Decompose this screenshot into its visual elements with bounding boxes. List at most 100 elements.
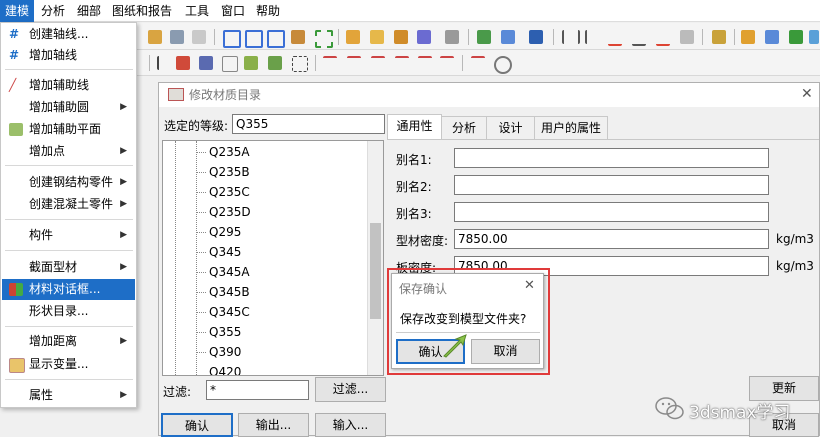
column-icon[interactable] [157,56,173,70]
menu-item-profiles[interactable]: 截面型材 ▶ [2,257,135,278]
menu-help[interactable]: 帮助 [251,0,285,22]
menu-item-add-point[interactable]: 增加点 ▶ [2,141,135,162]
lock-tool-icon[interactable] [445,30,459,44]
line-tool-7-icon[interactable] [471,56,485,72]
more-icon[interactable] [809,30,819,44]
group-icon[interactable] [268,56,282,70]
green-cube-icon[interactable] [789,30,803,44]
tree-item[interactable]: Q235B [209,162,250,182]
tree-scrollbar[interactable] [367,141,383,375]
circle-tool-icon[interactable] [494,56,512,74]
snap-box-icon[interactable] [680,30,694,44]
alias1-field[interactable] [454,148,769,168]
pencil-icon[interactable] [712,30,726,44]
beam-icon[interactable] [176,56,190,70]
line-tool-5-icon[interactable] [418,56,432,72]
line-tool-icon[interactable] [323,56,337,72]
tree-item[interactable]: Q345A [209,262,250,282]
material-catalog-icon [9,283,23,296]
green-tool-icon[interactable] [477,30,491,44]
menu-item-add-construction-plane[interactable]: 增加辅助平面 [2,119,135,140]
blue-tool-icon[interactable] [501,30,515,44]
view-window-2-icon[interactable] [245,30,263,48]
yellow-tool-icon[interactable] [346,30,360,44]
tab-design[interactable]: 设计 [486,116,535,139]
menu-item-add-construction-line[interactable]: ╱ 增加辅助线 [2,75,135,96]
component-icon[interactable] [292,56,308,72]
tree-item[interactable]: Q390 [209,342,241,362]
menu-item-show-variables[interactable]: 显示变量... [2,354,135,375]
line-tool-4-icon[interactable] [395,56,409,72]
snap-edge-icon[interactable] [585,30,601,44]
line-tool-3-icon[interactable] [371,56,385,72]
scrollbar-thumb[interactable] [370,223,381,319]
tree-item-selected[interactable]: Q355 [209,322,241,342]
copy-icon[interactable] [741,30,755,44]
folder-tool-icon[interactable] [370,30,384,44]
tab-analysis[interactable]: 分析 [441,116,487,139]
material-tree[interactable]: Q235A Q235B Q235C Q235D Q295 Q345 Q345A … [162,140,384,376]
menu-drawings-reports[interactable]: 图纸和报告 [107,0,177,22]
tree-item[interactable]: Q235D [209,202,251,222]
menu-window[interactable]: 窗口 [216,0,250,22]
menu-item-properties[interactable]: 属性 ▶ [2,385,135,406]
line-tool-6-icon[interactable] [440,56,454,72]
bolt-icon[interactable] [222,56,238,72]
line-tool-2-icon[interactable] [347,56,361,72]
menu-tools[interactable]: 工具 [180,0,214,22]
alias2-field[interactable] [454,175,769,195]
tree-item[interactable]: Q235C [209,182,250,202]
plate-icon[interactable] [199,56,213,70]
tree-item[interactable]: Q420 [209,362,241,375]
snap-line-icon[interactable] [562,30,580,44]
move-icon[interactable] [765,30,779,44]
snap-arc-icon[interactable] [656,30,670,46]
view-window-icon[interactable] [223,30,241,48]
help-tool-icon[interactable] [529,30,543,44]
snap-angle-icon[interactable] [632,30,646,46]
filter-button[interactable]: 过滤... [315,377,386,402]
profile-density-field[interactable]: 7850.00 [454,229,769,249]
selected-grade-field[interactable]: Q355 [232,114,385,134]
export-button[interactable]: 输出... [238,413,309,437]
close-icon[interactable]: ✕ [524,278,535,293]
tree-item[interactable]: Q295 [209,222,241,242]
print-icon[interactable] [170,30,184,44]
tab-user-attributes[interactable]: 用户的属性 [534,116,608,139]
alias3-field[interactable] [454,202,769,222]
open-folder-icon[interactable] [148,30,162,44]
report-tool-icon[interactable] [417,30,431,44]
menu-item-label: 创建钢结构零件 [29,175,114,189]
weld-icon[interactable] [244,56,258,70]
document-icon[interactable] [192,30,206,44]
view-window-3-icon[interactable] [267,30,285,48]
tree-item[interactable]: Q235A [209,142,250,162]
menu-modeling[interactable]: 建模 [0,0,35,22]
drawing-tool-icon[interactable] [394,30,408,44]
close-icon[interactable]: ✕ [801,86,813,102]
submenu-arrow-icon: ▶ [120,336,127,346]
import-button[interactable]: 输入... [315,413,386,437]
menu-item-add-construction-circle[interactable]: 增加辅助圆 ▶ [2,97,135,118]
cut-icon[interactable] [291,30,305,44]
menu-item-add-grid[interactable]: # 增加轴线 [2,45,135,66]
filter-field[interactable]: * [206,380,309,400]
menu-detailing[interactable]: 细部 [72,0,106,22]
tree-item[interactable]: Q345 [209,242,241,262]
tree-item[interactable]: Q345C [209,302,250,322]
menu-item-component[interactable]: 构件 ▶ [2,225,135,246]
confirm-cancel-button[interactable]: 取消 [471,339,540,364]
tab-general[interactable]: 通用性 [387,114,442,140]
menu-analysis[interactable]: 分析 [36,0,70,22]
menu-item-shape-catalog[interactable]: 形状目录... [2,301,135,322]
ok-button[interactable]: 确认 [161,413,233,437]
menu-item-add-distance[interactable]: 增加距离 ▶ [2,331,135,352]
dialog-title: 修改材质目录 [189,88,262,102]
snap-cross-icon[interactable] [608,30,622,46]
menu-item-create-grid[interactable]: # 创建轴线... [2,24,135,45]
menu-item-material-dialog[interactable]: 材料对话框... [2,279,135,300]
menu-item-create-concrete-part[interactable]: 创建混凝土零件 ▶ [2,194,135,215]
menu-item-create-steel-part[interactable]: 创建钢结构零件 ▶ [2,172,135,193]
tree-item[interactable]: Q345B [209,282,250,302]
select-area-icon[interactable] [315,30,333,48]
